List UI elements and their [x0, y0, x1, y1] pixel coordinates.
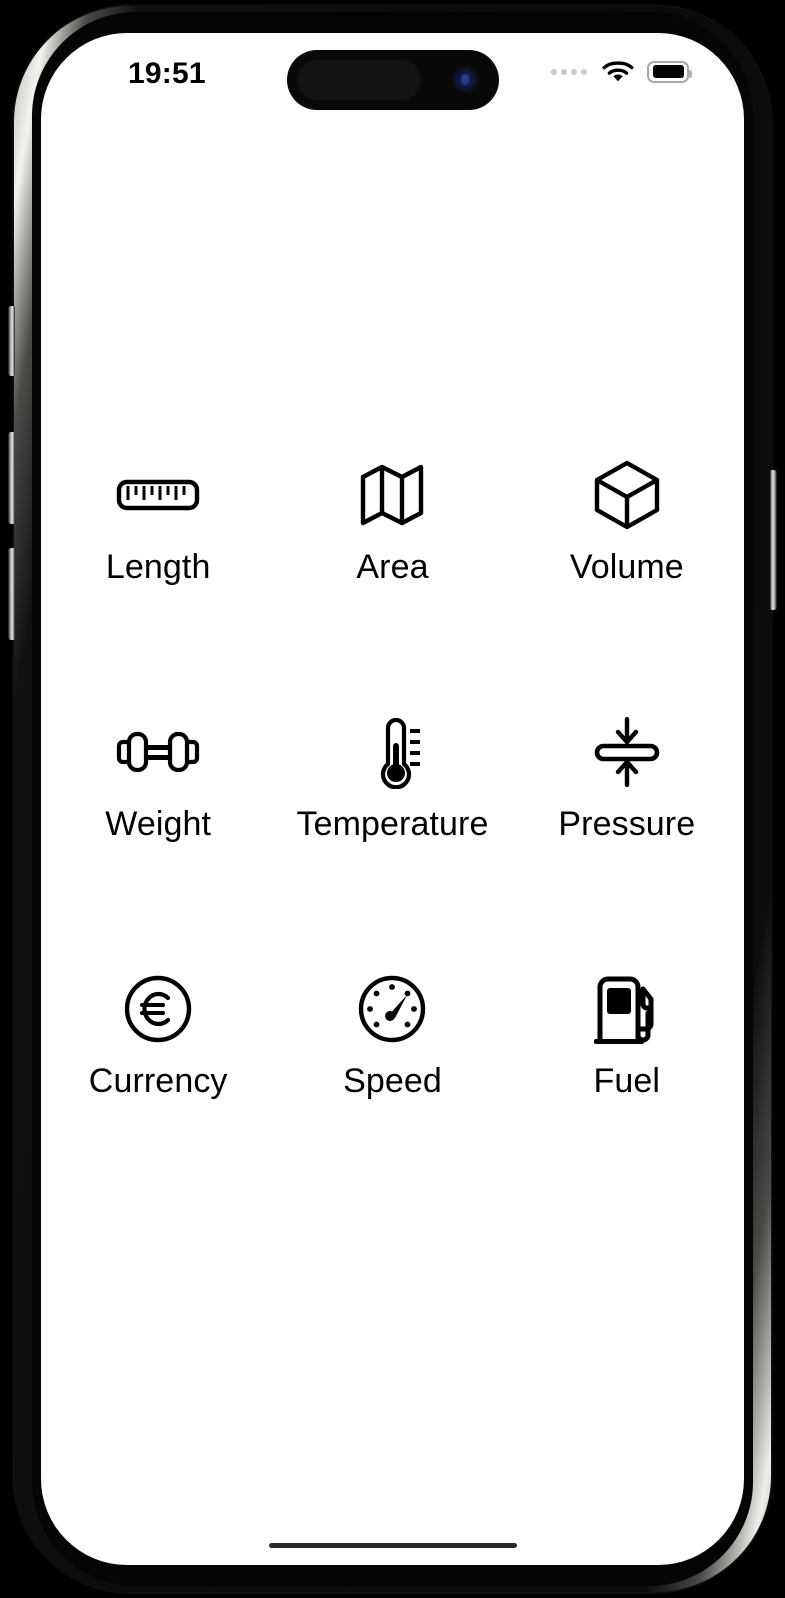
- grid-item-area[interactable]: Area: [275, 458, 509, 584]
- grid-item-label: Currency: [88, 1062, 228, 1100]
- home-indicator[interactable]: [268, 1543, 517, 1548]
- battery-full-icon: [647, 60, 692, 83]
- grid-item-label: Pressure: [558, 805, 696, 843]
- grid-item-label: Volume: [569, 548, 684, 586]
- wifi-icon: [602, 61, 634, 82]
- grid-item-label: Speed: [343, 1062, 442, 1100]
- grid-item-currency[interactable]: Currency: [41, 972, 275, 1098]
- status-bar-time: 19:51: [128, 57, 206, 90]
- thermometer-icon: [362, 715, 422, 789]
- action-button[interactable]: [8, 306, 15, 376]
- ruler-icon: [116, 458, 200, 532]
- speedometer-icon: [357, 972, 427, 1046]
- grid-item-fuel[interactable]: Fuel: [510, 972, 744, 1098]
- map-icon: [358, 458, 426, 532]
- cube-icon: [592, 458, 662, 532]
- grid-item-weight[interactable]: Weight: [41, 715, 275, 841]
- volume-down-button[interactable]: [8, 548, 15, 640]
- euro-circle-icon: [123, 972, 193, 1046]
- grid-item-label: Length: [105, 548, 211, 586]
- grid-item-label: Weight: [105, 805, 212, 843]
- grid-item-length[interactable]: Length: [41, 458, 275, 584]
- grid-item-speed[interactable]: Speed: [275, 972, 509, 1098]
- grid-item-label: Area: [356, 548, 429, 586]
- grid-item-label: Fuel: [593, 1062, 661, 1100]
- grid-item-label: Temperature: [296, 805, 489, 843]
- grid-item-pressure[interactable]: Pressure: [510, 715, 744, 841]
- compress-arrows-icon: [591, 715, 663, 789]
- status-bar: 19:51: [41, 33, 744, 115]
- power-button[interactable]: [770, 470, 777, 610]
- dynamic-island: [286, 50, 499, 110]
- gas-pump-icon: [593, 972, 660, 1046]
- phone-stage: 19:51 Length Area Volume Weight Temperat…: [0, 0, 785, 1598]
- grid-item-temperature: Temperature: [275, 715, 509, 841]
- dynamic-island-pill: [296, 60, 421, 100]
- signal-dots-icon: [551, 68, 587, 75]
- converter-grid: Length Area Volume Weight Temperature Pr…: [41, 458, 744, 1098]
- status-bar-indicators: [551, 60, 692, 83]
- phone-screen: 19:51 Length Area Volume Weight Temperat…: [41, 33, 744, 1565]
- front-camera-icon: [451, 66, 479, 93]
- dumbbell-icon: [115, 715, 201, 789]
- grid-item-volume[interactable]: Volume: [510, 458, 744, 584]
- volume-up-button[interactable]: [8, 432, 15, 524]
